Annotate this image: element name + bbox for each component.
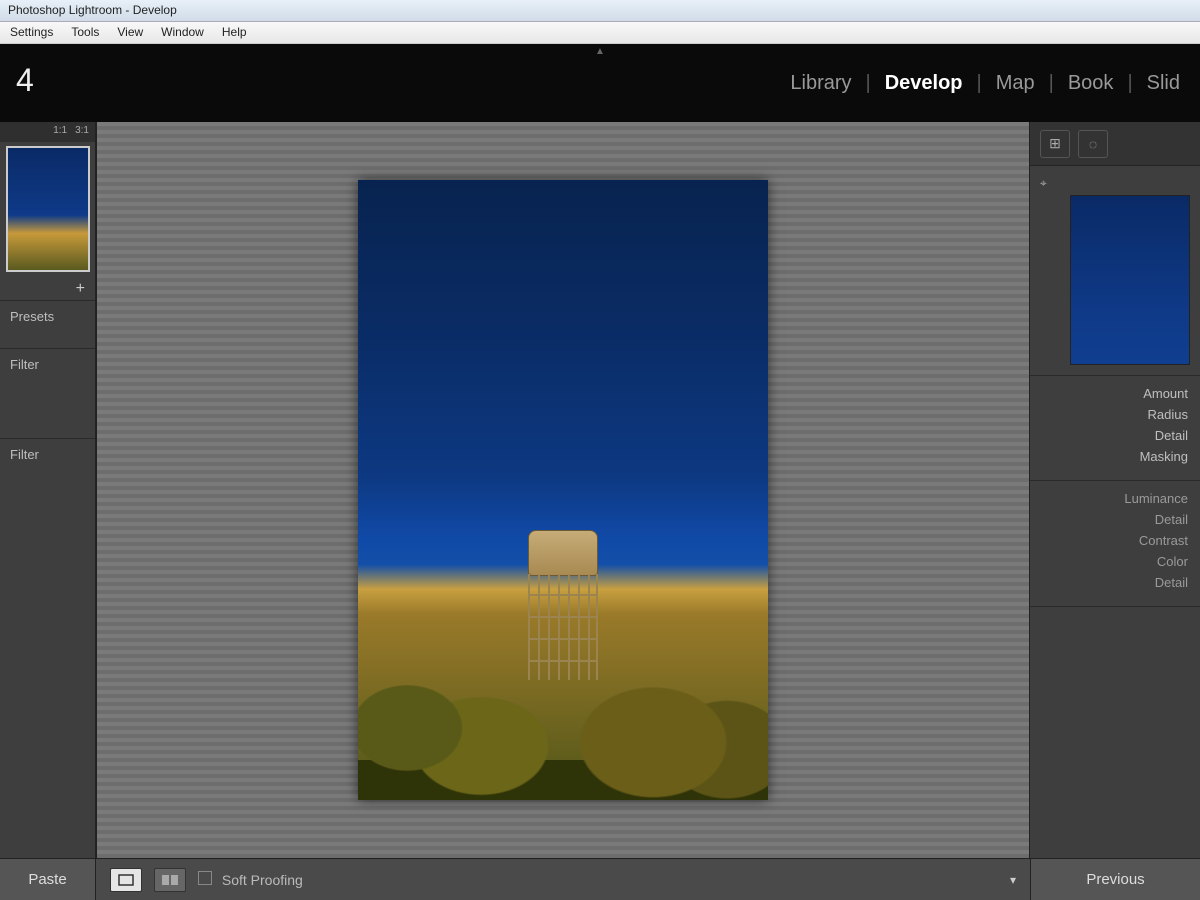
loupe-view-button[interactable] bbox=[110, 868, 142, 892]
detail-target-icon[interactable]: ⌖ bbox=[1040, 176, 1190, 191]
plus-icon: + bbox=[76, 280, 85, 297]
slider-color-label[interactable]: Color bbox=[1042, 554, 1188, 569]
top-module-bar: ▲ 4 Library | Develop | Map | Book | Sli… bbox=[0, 44, 1200, 122]
view-mode-strip: Soft Proofing ▾ bbox=[96, 868, 1030, 892]
paste-button-label: Paste bbox=[28, 871, 66, 888]
slider-amount-label[interactable]: Amount bbox=[1042, 386, 1188, 401]
slider-contrast-label[interactable]: Contrast bbox=[1042, 533, 1188, 548]
photo-tower-legs bbox=[528, 574, 598, 680]
slider-detail-label[interactable]: Detail bbox=[1042, 428, 1188, 443]
menu-window[interactable]: Window bbox=[161, 25, 204, 40]
filter-panel-label: Filter bbox=[10, 447, 39, 462]
identity-version: 4 bbox=[16, 62, 35, 98]
module-separator: | bbox=[866, 72, 871, 95]
presets-panel[interactable]: Presets bbox=[0, 300, 95, 348]
right-panel: ⊞ ◌ ⌖ Amount Radius Detail Masking Lumin… bbox=[1030, 122, 1200, 858]
loupe-icon bbox=[118, 874, 134, 886]
compare-icon bbox=[161, 874, 179, 886]
slider-masking-label[interactable]: Masking bbox=[1042, 449, 1188, 464]
slider-lum-detail-label[interactable]: Detail bbox=[1042, 512, 1188, 527]
compare-view-button[interactable] bbox=[154, 868, 186, 892]
photo-tower-tank bbox=[528, 530, 598, 576]
detail-panel-preview: ⌖ bbox=[1030, 166, 1200, 376]
noise-reduction-group: Luminance Detail Contrast Color Detail bbox=[1030, 481, 1200, 607]
module-develop[interactable]: Develop bbox=[885, 72, 963, 95]
menu-view[interactable]: View bbox=[117, 25, 143, 40]
main-photo[interactable] bbox=[358, 180, 768, 800]
navigator-header: 1:1 3:1 bbox=[0, 122, 95, 142]
module-separator: | bbox=[1049, 72, 1054, 95]
paste-button[interactable]: Paste bbox=[0, 859, 96, 900]
slider-color-detail-label[interactable]: Detail bbox=[1042, 575, 1188, 590]
menu-settings[interactable]: Settings bbox=[10, 25, 53, 40]
module-picker: Library | Develop | Map | Book | Slid bbox=[790, 72, 1180, 95]
toolbar-dropdown-icon[interactable]: ▾ bbox=[1010, 873, 1016, 887]
canvas-area[interactable] bbox=[96, 122, 1030, 858]
module-book[interactable]: Book bbox=[1068, 72, 1114, 95]
module-slideshow[interactable]: Slid bbox=[1147, 72, 1180, 95]
zoom-ratio-2[interactable]: 3:1 bbox=[75, 125, 89, 139]
detail-zoom-thumbnail[interactable] bbox=[1070, 195, 1190, 365]
presets-panel-label: Presets bbox=[10, 309, 54, 324]
menu-tools[interactable]: Tools bbox=[71, 25, 99, 40]
soft-proofing-label: Soft Proofing bbox=[222, 872, 303, 888]
previous-button[interactable]: Previous bbox=[1030, 859, 1200, 900]
module-separator: | bbox=[977, 72, 982, 95]
sharpening-group: Amount Radius Detail Masking bbox=[1030, 376, 1200, 481]
collapse-top-icon[interactable]: ▲ bbox=[585, 46, 615, 56]
workspace: 1:1 3:1 + Presets Filter Filter ⊞ ◌ bbox=[0, 122, 1200, 858]
app-menubar: Settings Tools View Window Help bbox=[0, 22, 1200, 44]
module-library[interactable]: Library bbox=[790, 72, 851, 95]
photo-tower bbox=[528, 530, 598, 680]
slider-luminance-label[interactable]: Luminance bbox=[1042, 491, 1188, 506]
window-title: Photoshop Lightroom - Develop bbox=[8, 3, 177, 17]
soft-proofing-toggle[interactable]: Soft Proofing bbox=[198, 871, 303, 888]
menu-help[interactable]: Help bbox=[222, 25, 247, 40]
previous-button-label: Previous bbox=[1086, 871, 1144, 888]
spot-tool-icon[interactable]: ◌ bbox=[1078, 130, 1108, 158]
add-preset-button[interactable]: + bbox=[0, 278, 95, 300]
filter-panel-1[interactable]: Filter bbox=[0, 348, 95, 438]
window-titlebar: Photoshop Lightroom - Develop bbox=[0, 0, 1200, 22]
bottom-toolbar: Paste Soft Proofing ▾ Previous bbox=[0, 858, 1200, 900]
module-separator: | bbox=[1127, 72, 1132, 95]
checkbox-icon bbox=[198, 871, 212, 885]
zoom-ratio-1[interactable]: 1:1 bbox=[53, 125, 67, 139]
slider-radius-label[interactable]: Radius bbox=[1042, 407, 1188, 422]
navigator-thumbnail[interactable] bbox=[6, 146, 90, 272]
left-panel: 1:1 3:1 + Presets Filter Filter bbox=[0, 122, 96, 858]
filter-panel-label: Filter bbox=[10, 357, 39, 372]
filter-panel-2[interactable]: Filter bbox=[0, 438, 95, 528]
module-map[interactable]: Map bbox=[996, 72, 1035, 95]
identity-plate: 4 bbox=[16, 62, 35, 99]
local-adjustment-toolstrip: ⊞ ◌ bbox=[1030, 122, 1200, 166]
crop-tool-icon[interactable]: ⊞ bbox=[1040, 130, 1070, 158]
